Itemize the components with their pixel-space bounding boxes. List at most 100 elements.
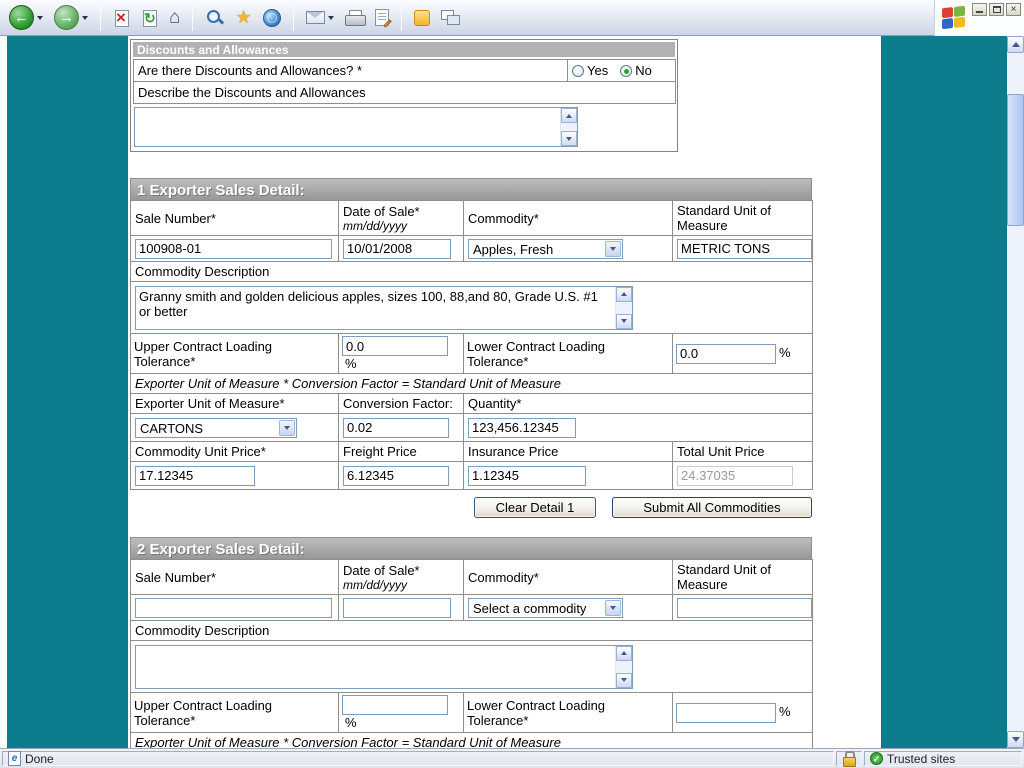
maximize-button[interactable] <box>989 3 1004 16</box>
textarea-scrollbar[interactable] <box>615 646 632 688</box>
scroll-down-icon[interactable] <box>616 673 632 688</box>
insurance-price-input[interactable] <box>468 466 586 486</box>
percent-sign: % <box>779 704 791 719</box>
conversion-formula-note: Exporter Unit of Measure * Conversion Fa… <box>135 735 561 748</box>
security-zone-label: Trusted sites <box>887 752 955 766</box>
favorites-button[interactable]: ★ <box>232 2 254 34</box>
close-button[interactable]: × <box>1006 3 1021 16</box>
discounts-no-radio[interactable]: No <box>620 63 652 78</box>
scroll-down-icon[interactable] <box>616 314 632 329</box>
standard-unit-input[interactable] <box>677 598 812 618</box>
lower-tolerance-input[interactable] <box>676 344 776 364</box>
status-bar: e Done ✓ Trusted sites <box>0 748 1024 768</box>
home-button[interactable]: ⌂ <box>166 2 183 34</box>
commodity-description-textarea[interactable]: Granny smith and golden delicious apples… <box>135 286 633 330</box>
exporter-sales-detail-1: 1 Exporter Sales Detail: Sale Number* Da… <box>130 178 812 518</box>
freight-price-input[interactable] <box>343 466 449 486</box>
sale-number-input[interactable] <box>135 598 332 618</box>
discuss-icon <box>441 10 459 25</box>
mail-button[interactable] <box>303 2 337 34</box>
exporter-unit-select[interactable]: CARTONS <box>135 418 297 438</box>
back-button[interactable]: ← <box>6 2 46 34</box>
date-of-sale-input[interactable] <box>343 598 451 618</box>
standard-unit-label: Standard Unit of Measure <box>677 562 771 592</box>
lower-tolerance-label: Lower Contract Loading Tolerance* <box>467 698 605 728</box>
forward-dropdown-icon[interactable] <box>82 16 88 20</box>
lock-icon <box>843 751 855 766</box>
conversion-factor-label: Conversion Factor: <box>343 396 453 411</box>
window-panel: × <box>934 0 1024 36</box>
back-icon: ← <box>9 5 34 30</box>
textarea-scrollbar[interactable] <box>615 287 632 329</box>
toolbar-separator <box>192 5 193 31</box>
total-unit-price-label: Total Unit Price <box>677 444 764 459</box>
back-dropdown-icon[interactable] <box>37 16 43 20</box>
sale-number-input[interactable] <box>135 239 332 259</box>
date-format-hint: mm/dd/yyyy <box>343 219 459 233</box>
forward-button[interactable]: → <box>51 2 91 34</box>
scroll-up-icon[interactable] <box>616 287 632 302</box>
yes-label: Yes <box>587 63 608 78</box>
favorites-star-icon: ★ <box>235 7 251 28</box>
minimize-icon <box>976 11 983 13</box>
mail-icon <box>306 11 325 24</box>
refresh-icon: ↻ <box>141 9 158 27</box>
submit-all-commodities-button[interactable]: Submit All Commodities <box>612 497 812 518</box>
commodity-selected-value: Select a commodity <box>473 601 586 616</box>
discounts-yes-radio[interactable]: Yes <box>572 63 608 78</box>
commodity-select[interactable]: Apples, Fresh <box>468 239 623 259</box>
standard-unit-input[interactable] <box>677 239 812 259</box>
scroll-up-icon[interactable] <box>616 646 632 661</box>
textarea-scrollbar[interactable] <box>560 108 577 146</box>
history-globe-icon <box>263 9 281 27</box>
quantity-input[interactable] <box>468 418 576 438</box>
page-icon: e <box>8 751 21 766</box>
standard-unit-label: Standard Unit of Measure <box>677 203 771 233</box>
forward-icon: → <box>54 5 79 30</box>
print-button[interactable] <box>342 2 367 34</box>
trusted-check-icon: ✓ <box>870 752 883 765</box>
discounts-header: Discounts and Allowances <box>133 42 675 57</box>
textarea-text: Granny smith and golden delicious apples… <box>139 289 613 327</box>
vertical-scrollbar[interactable] <box>1007 36 1024 748</box>
commodity-description-textarea[interactable] <box>135 645 633 689</box>
maximize-icon <box>993 6 1001 13</box>
discuss-button[interactable] <box>438 2 462 34</box>
discounts-table: Are there Discounts and Allowances? * Ye… <box>133 59 676 104</box>
page-background: Discounts and Allowances Are there Disco… <box>0 36 1024 748</box>
commodity-selected-value: Apples, Fresh <box>473 242 553 257</box>
lower-tolerance-input[interactable] <box>676 703 776 723</box>
discounts-describe-textarea[interactable] <box>134 107 578 147</box>
upper-tolerance-input[interactable] <box>342 695 448 715</box>
section-2-header: 2 Exporter Sales Detail: <box>130 537 812 559</box>
scrollbar-up-button[interactable] <box>1007 36 1024 53</box>
search-button[interactable] <box>202 2 227 34</box>
stop-button[interactable]: × <box>110 2 133 34</box>
mail-dropdown-icon[interactable] <box>328 16 334 20</box>
messenger-button[interactable] <box>411 2 433 34</box>
section-2-table: Sale Number* Date of Sale* mm/dd/yyyy Co… <box>130 559 813 748</box>
refresh-button[interactable]: ↻ <box>138 2 161 34</box>
insurance-price-label: Insurance Price <box>468 444 558 459</box>
edit-button[interactable] <box>372 2 392 34</box>
no-label: No <box>635 63 652 78</box>
minimize-button[interactable] <box>972 3 987 16</box>
commodity-select[interactable]: Select a commodity <box>468 598 623 618</box>
clear-detail-button[interactable]: Clear Detail 1 <box>474 497 596 518</box>
scroll-up-icon[interactable] <box>561 108 577 123</box>
toolbar-buttons: ← → × ↻ ⌂ ★ <box>0 0 1024 35</box>
conversion-factor-input[interactable] <box>343 418 449 438</box>
total-unit-price-input <box>677 466 793 486</box>
scrollbar-down-button[interactable] <box>1007 731 1024 748</box>
date-of-sale-input[interactable] <box>343 239 451 259</box>
history-button[interactable] <box>260 2 284 34</box>
describe-discounts-label: Describe the Discounts and Allowances <box>138 85 366 100</box>
upper-tolerance-input[interactable] <box>342 336 448 356</box>
discounts-section: Discounts and Allowances Are there Disco… <box>130 39 678 152</box>
commodity-unit-price-input[interactable] <box>135 466 255 486</box>
toolbar-separator <box>293 5 294 31</box>
scrollbar-thumb[interactable] <box>1007 94 1024 226</box>
scroll-down-icon[interactable] <box>561 131 577 146</box>
status-lock-section <box>836 751 862 766</box>
form-page: Discounts and Allowances Are there Disco… <box>128 36 881 748</box>
